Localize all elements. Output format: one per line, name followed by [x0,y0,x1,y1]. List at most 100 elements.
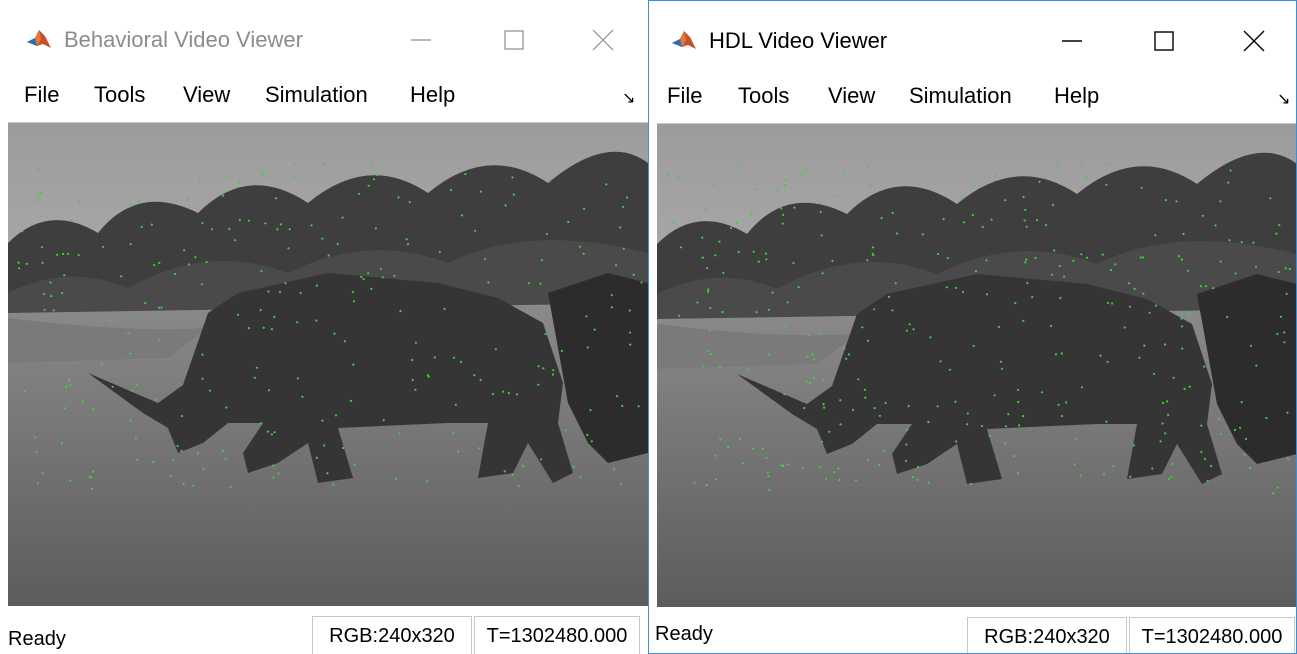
feature-point [1018,424,1021,427]
feature-point [154,398,157,401]
feature-point [954,286,957,289]
feature-point [25,262,28,265]
feature-point [264,222,267,225]
feature-point [985,293,988,296]
feature-point [966,412,969,415]
feature-point [63,274,66,277]
feature-point [1164,432,1167,435]
feature-point [706,349,709,352]
close-button[interactable] [1229,21,1279,61]
feature-point [1200,424,1203,427]
title-bar[interactable]: Behavioral Video Viewer [0,0,648,70]
feature-point [833,471,836,474]
feature-point [1057,403,1060,406]
feature-point [619,483,622,486]
feature-point [1234,272,1237,275]
feature-point [1183,387,1186,391]
feature-point [315,319,318,322]
feature-point [737,250,740,254]
maximize-button[interactable] [489,20,539,60]
feature-point [1051,203,1054,207]
feature-point [23,390,26,393]
minimize-icon [411,39,431,41]
feature-point [1167,413,1170,416]
feature-point [221,449,224,452]
feature-point [767,353,770,356]
feature-point [637,405,640,408]
status-text: Ready [8,628,66,650]
feature-point [1129,305,1132,308]
feature-point [1269,197,1272,200]
feature-point [323,444,326,447]
feature-point [551,373,555,376]
feature-point [473,374,476,377]
feature-point [818,201,821,204]
feature-point [579,476,582,479]
feature-point [288,228,291,231]
feature-point [1180,325,1183,328]
feature-point [456,450,459,453]
minimize-button[interactable] [1047,21,1097,61]
feature-point [544,333,547,336]
feature-point [593,328,596,331]
feature-point [1171,462,1174,465]
feature-point [784,325,787,328]
undock-arrow-icon[interactable]: ↘ [1277,89,1290,109]
menu-help[interactable]: Help [410,80,455,110]
menu-simulation[interactable]: Simulation [909,81,1012,111]
feature-point [65,385,68,388]
feature-point [839,399,842,402]
menu-view[interactable]: View [828,81,875,111]
feature-point [210,228,213,231]
feature-point [891,309,894,312]
feature-point [129,243,132,246]
feature-point [284,282,287,285]
menu-file[interactable]: File [667,81,702,111]
feature-point [709,353,712,356]
menu-simulation[interactable]: Simulation [265,80,368,110]
menu-view[interactable]: View [183,80,230,110]
minimize-button[interactable] [396,20,446,60]
title-bar[interactable]: HDL Video Viewer [649,1,1296,71]
feature-point [1214,224,1217,227]
feature-point [1022,195,1025,199]
feature-point [819,466,822,469]
feature-point [808,381,812,385]
feature-point [17,261,20,264]
feature-point [722,271,725,274]
feature-point [1109,269,1112,272]
feature-point [201,377,204,380]
feature-point [277,472,280,475]
feature-point [50,295,53,298]
feature-point [140,225,143,228]
status-bar: Ready RGB:240x320 T=1302480.000 [0,606,648,654]
feature-point [399,310,402,313]
close-button[interactable] [578,20,628,60]
feature-point [792,262,795,265]
feature-point [780,207,783,210]
feature-point [718,365,721,368]
feature-point [259,309,262,312]
feature-point [872,254,875,257]
feature-point [127,332,130,335]
feature-point [1024,208,1027,211]
feature-point [752,250,755,253]
menu-help[interactable]: Help [1054,81,1099,111]
feature-point [985,259,988,262]
menu-tools[interactable]: Tools [738,81,789,111]
feature-point [582,252,585,255]
feature-point [1025,225,1028,228]
menu-tools[interactable]: Tools [94,80,145,110]
feature-point [63,407,66,410]
feature-point [40,246,44,249]
menu-file[interactable]: File [24,80,59,110]
feature-point [158,338,161,341]
undock-arrow-icon[interactable]: ↘ [622,88,635,108]
feature-point [767,475,770,478]
feature-point [1226,316,1229,319]
feature-point [1229,169,1232,172]
feature-point [296,377,299,380]
feature-point [512,193,515,196]
feature-point [1151,467,1154,470]
maximize-button[interactable] [1139,21,1189,61]
